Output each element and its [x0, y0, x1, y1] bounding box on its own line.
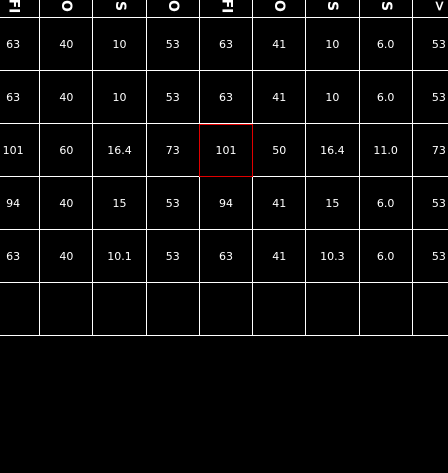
table-cell[interactable]: 53: [411, 176, 448, 230]
table-cell[interactable]: 63: [0, 17, 41, 71]
table-cell[interactable]: 73: [411, 123, 448, 177]
table-cell[interactable]: 6.0: [358, 176, 413, 230]
header-cell[interactable]: O: [39, 0, 94, 18]
table-cell[interactable]: 10: [92, 17, 147, 71]
header-label: S: [377, 0, 394, 11]
table-cell[interactable]: 41: [252, 70, 307, 124]
data-grid-viewport: FI O S O FI O S S > 63 40 10 53 63 41 10…: [0, 0, 448, 473]
header-cell[interactable]: FI: [0, 0, 41, 18]
table-cell[interactable]: 63: [0, 70, 41, 124]
table-cell[interactable]: 101: [0, 123, 41, 177]
table-row-empty: [0, 282, 448, 336]
table-cell[interactable]: 53: [411, 17, 448, 71]
header-label: >: [430, 0, 447, 12]
table-cell[interactable]: 40: [39, 229, 94, 283]
table-cell-empty[interactable]: [39, 282, 94, 336]
table-cell[interactable]: 53: [411, 70, 448, 124]
table-cell[interactable]: 53: [145, 17, 200, 71]
table-cell[interactable]: 10: [92, 70, 147, 124]
header-label: S: [111, 0, 128, 11]
table-cell[interactable]: 63: [0, 229, 41, 283]
header-label: S: [324, 0, 341, 11]
header-cell[interactable]: S: [92, 0, 147, 18]
table-cell[interactable]: 41: [252, 229, 307, 283]
table-cell-selected[interactable]: 101: [198, 123, 254, 177]
table-cell-empty[interactable]: [358, 282, 413, 336]
table-cell[interactable]: 10.1: [92, 229, 147, 283]
table-cell[interactable]: 41: [252, 176, 307, 230]
table-cell[interactable]: 6.0: [358, 17, 413, 71]
table-cell[interactable]: 63: [198, 70, 254, 124]
header-cell[interactable]: S: [305, 0, 360, 18]
header-cell[interactable]: FI: [198, 0, 254, 18]
table-cell[interactable]: 53: [145, 229, 200, 283]
table-row: 94 40 15 53 94 41 15 6.0 53: [0, 176, 448, 230]
header-label: O: [58, 0, 75, 12]
table-cell[interactable]: 6.0: [358, 229, 413, 283]
table-cell[interactable]: 16.4: [305, 123, 360, 177]
table-cell[interactable]: 60: [39, 123, 94, 177]
table-cell[interactable]: 10: [305, 17, 360, 71]
header-label: O: [164, 0, 181, 12]
table-cell-empty[interactable]: [198, 282, 254, 336]
table-cell[interactable]: 11.0: [358, 123, 413, 177]
table-cell[interactable]: 63: [198, 17, 254, 71]
table-cell[interactable]: 53: [411, 229, 448, 283]
table-cell[interactable]: 40: [39, 70, 94, 124]
table-cell-empty[interactable]: [0, 282, 41, 336]
table-cell[interactable]: 40: [39, 176, 94, 230]
table-cell[interactable]: 50: [252, 123, 307, 177]
table-cell[interactable]: 10: [305, 70, 360, 124]
header-cell[interactable]: O: [145, 0, 200, 18]
table-row: 63 40 10 53 63 41 10 6.0 53: [0, 17, 448, 71]
table-cell[interactable]: 73: [145, 123, 200, 177]
header-cell[interactable]: O: [252, 0, 307, 18]
table-cell-empty[interactable]: [145, 282, 200, 336]
table-cell-empty[interactable]: [92, 282, 147, 336]
table-cell[interactable]: 63: [198, 229, 254, 283]
table-cell[interactable]: 15: [92, 176, 147, 230]
header-row: FI O S O FI O S S >: [0, 0, 448, 18]
table-cell[interactable]: 53: [145, 176, 200, 230]
table-row: 101 60 16.4 73 101 50 16.4 11.0 73: [0, 123, 448, 177]
table-cell[interactable]: 6.0: [358, 70, 413, 124]
table-cell[interactable]: 16.4: [92, 123, 147, 177]
header-label: O: [271, 0, 288, 12]
data-grid: FI O S O FI O S S > 63 40 10 53 63 41 10…: [0, 0, 448, 336]
header-cell[interactable]: S: [358, 0, 413, 18]
table-row: 63 40 10 53 63 41 10 6.0 53: [0, 70, 448, 124]
table-cell[interactable]: 41: [252, 17, 307, 71]
header-label: FI: [217, 0, 234, 13]
table-cell[interactable]: 94: [0, 176, 41, 230]
table-cell[interactable]: 15: [305, 176, 360, 230]
table-cell[interactable]: 40: [39, 17, 94, 71]
table-cell[interactable]: 10.3: [305, 229, 360, 283]
header-cell[interactable]: >: [411, 0, 448, 18]
table-cell-empty[interactable]: [252, 282, 307, 336]
table-cell-empty[interactable]: [305, 282, 360, 336]
table-cell[interactable]: 94: [198, 176, 254, 230]
table-row: 63 40 10.1 53 63 41 10.3 6.0 53: [0, 229, 448, 283]
table-cell[interactable]: 53: [145, 70, 200, 124]
header-label: FI: [5, 0, 22, 13]
table-cell-empty[interactable]: [411, 282, 448, 336]
